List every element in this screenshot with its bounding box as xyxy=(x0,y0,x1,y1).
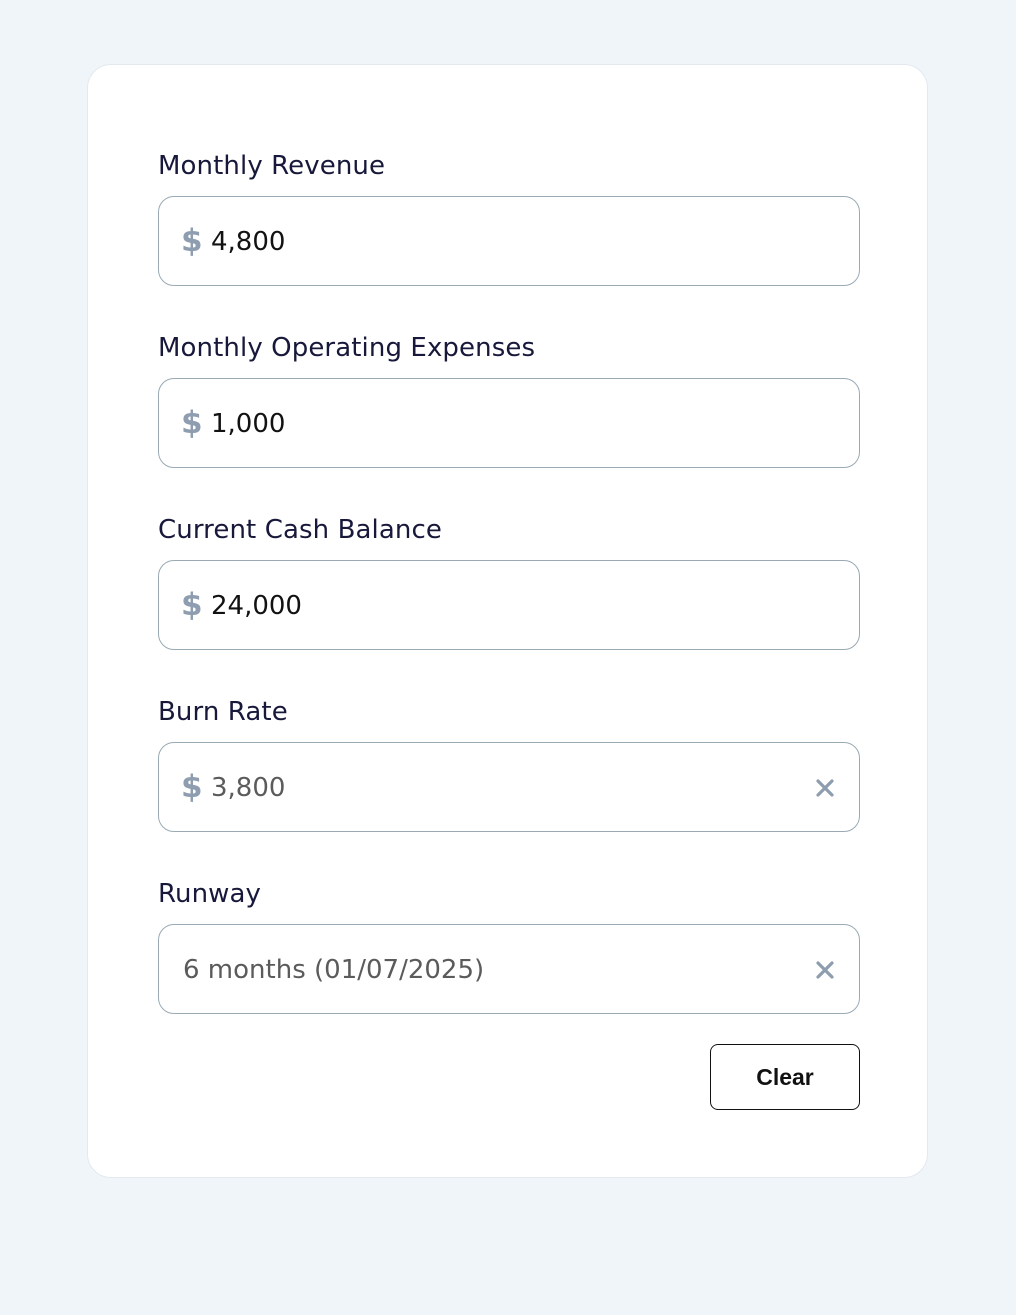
burn-rate-field: Burn Rate $ xyxy=(158,695,860,833)
burn-rate-input-box[interactable]: $ xyxy=(158,742,860,833)
current-cash-balance-field: Current Cash Balance $ xyxy=(158,513,860,651)
monthly-revenue-input[interactable] xyxy=(211,197,771,287)
burn-rate-label: Burn Rate xyxy=(158,697,288,727)
runway-input-box[interactable] xyxy=(158,924,860,1015)
close-icon[interactable] xyxy=(813,776,837,800)
monthly-revenue-input-box[interactable]: $ xyxy=(158,196,860,287)
clear-button[interactable]: Clear xyxy=(710,1044,860,1110)
runway-label: Runway xyxy=(158,879,262,909)
monthly-operating-expenses-input-box[interactable]: $ xyxy=(158,378,860,469)
calculator-card: Monthly Revenue $ Monthly Operating Expe… xyxy=(87,64,928,1178)
current-cash-balance-input-box[interactable]: $ xyxy=(158,560,860,651)
current-cash-balance-input[interactable] xyxy=(211,561,771,651)
close-icon[interactable] xyxy=(813,958,837,982)
dollar-icon: $ xyxy=(181,587,203,623)
runway-input[interactable] xyxy=(183,925,743,1015)
monthly-revenue-field: Monthly Revenue $ xyxy=(158,149,860,287)
monthly-revenue-label: Monthly Revenue xyxy=(158,151,386,181)
monthly-operating-expenses-label: Monthly Operating Expenses xyxy=(158,333,536,363)
dollar-icon: $ xyxy=(181,223,203,259)
dollar-icon: $ xyxy=(181,405,203,441)
dollar-icon: $ xyxy=(181,769,203,805)
burn-rate-input[interactable] xyxy=(211,743,771,833)
monthly-operating-expenses-input[interactable] xyxy=(211,379,771,469)
monthly-operating-expenses-field: Monthly Operating Expenses $ xyxy=(158,331,860,469)
current-cash-balance-label: Current Cash Balance xyxy=(158,515,442,545)
runway-field: Runway xyxy=(158,877,860,1015)
